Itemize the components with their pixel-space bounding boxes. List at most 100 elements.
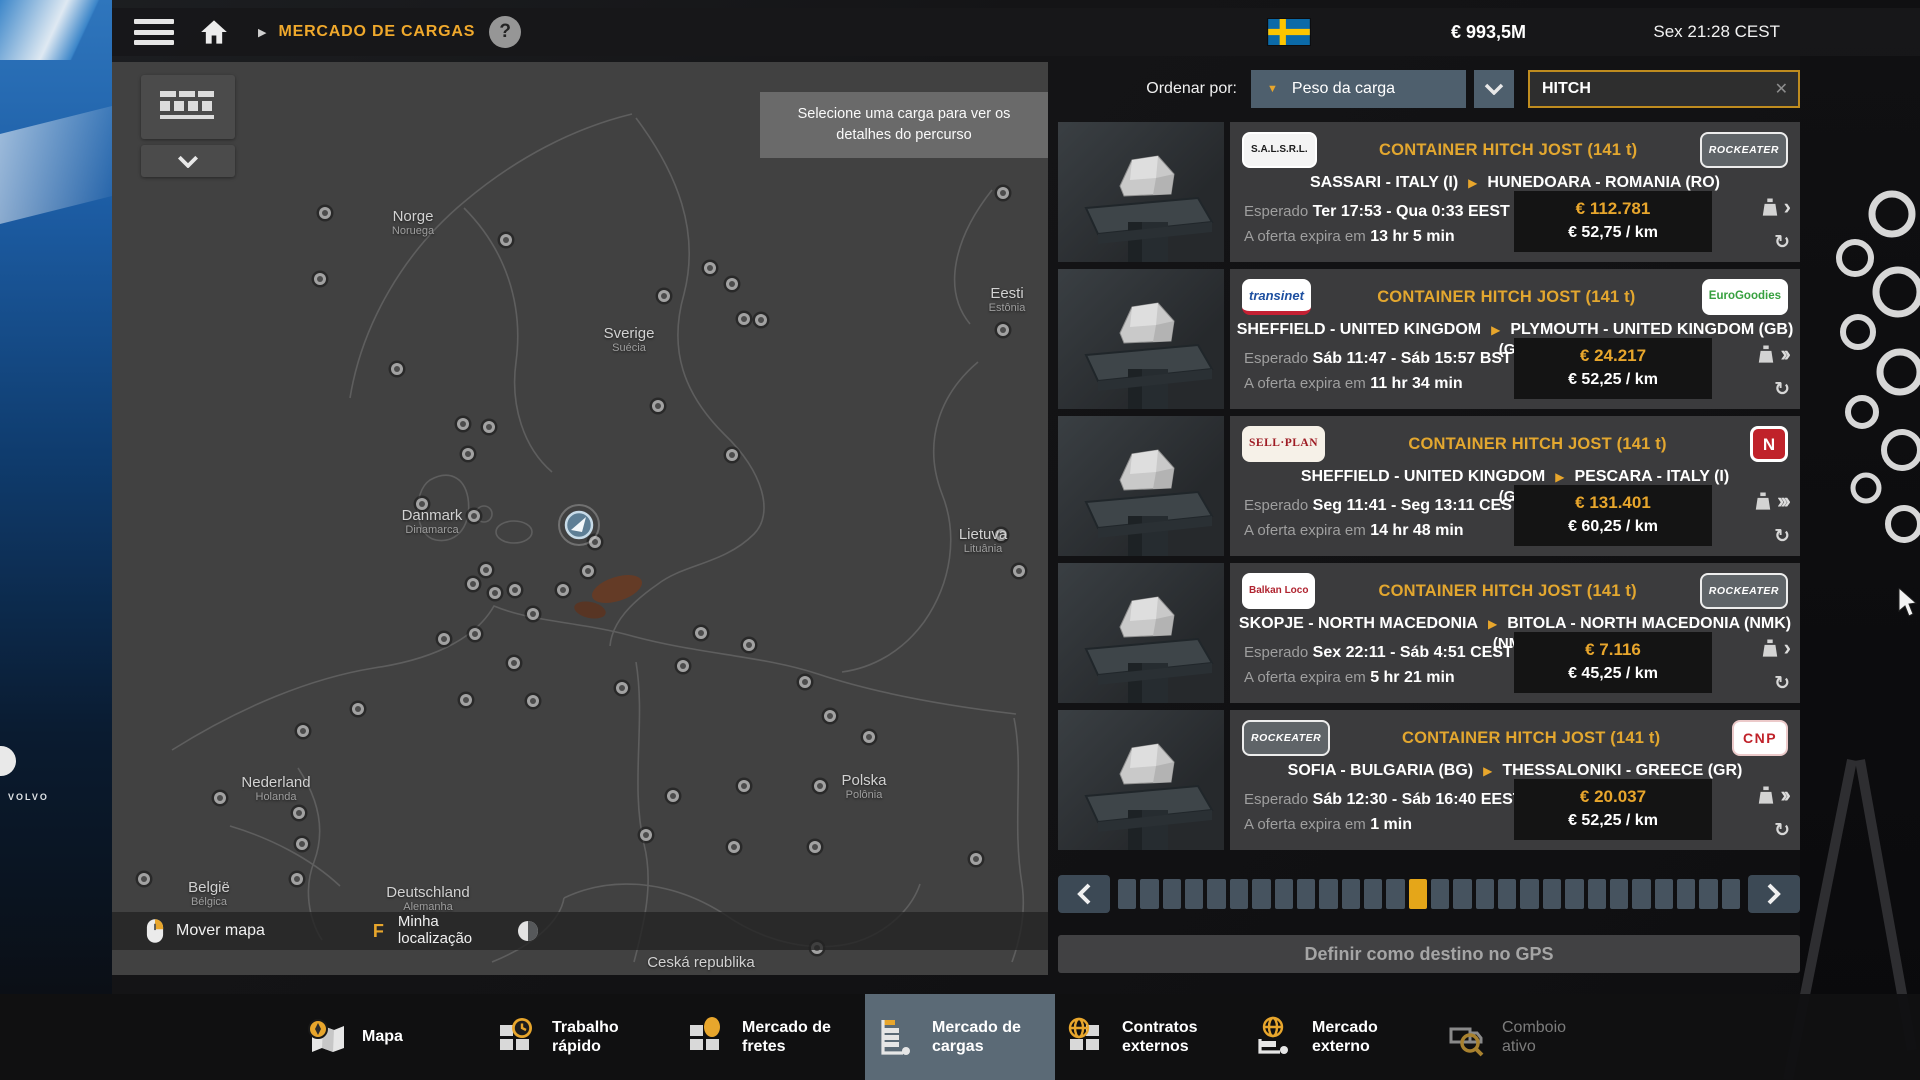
city-dot[interactable] (741, 316, 747, 322)
city-dot[interactable] (866, 734, 872, 740)
nav-item-cargo-market[interactable]: Mercado decargas (865, 994, 1055, 1080)
city-dot[interactable] (1000, 190, 1006, 196)
pagination-tick[interactable] (1386, 879, 1404, 909)
city-dot[interactable] (758, 317, 764, 323)
city-dot[interactable] (560, 587, 566, 593)
city-dot[interactable] (483, 567, 489, 573)
city-dot[interactable] (322, 210, 328, 216)
city-dot[interactable] (817, 783, 823, 789)
help-button[interactable]: ? (489, 16, 521, 48)
city-dot[interactable] (465, 451, 471, 457)
pagination-tick[interactable] (1543, 879, 1561, 909)
city-dot[interactable] (511, 660, 517, 666)
map-options-collapse-button[interactable] (141, 145, 235, 177)
city-dot[interactable] (746, 642, 752, 648)
city-dot[interactable] (680, 663, 686, 669)
set-gps-destination-button[interactable]: Definir como destino no GPS (1058, 935, 1800, 973)
city-dot[interactable] (294, 876, 300, 882)
city-dot[interactable] (998, 532, 1004, 538)
map-display-options-button[interactable] (141, 75, 235, 139)
city-dot[interactable] (802, 679, 808, 685)
cargo-offer-row[interactable]: ROCKEATER CONTAINER HITCH JOST (141 t) C… (1058, 710, 1800, 850)
pagination-tick[interactable] (1588, 879, 1606, 909)
pagination-tick[interactable] (1520, 879, 1538, 909)
city-dot[interactable] (512, 587, 518, 593)
nav-item-quick-job[interactable]: Trabalhorápido (485, 994, 675, 1080)
cargo-offer-row[interactable]: transinet CONTAINER HITCH JOST (141 t) E… (1058, 269, 1800, 409)
pagination-tick[interactable] (1722, 879, 1740, 909)
city-dot[interactable] (317, 276, 323, 282)
city-dot[interactable] (741, 783, 747, 789)
city-dot[interactable] (296, 810, 302, 816)
city-dot[interactable] (394, 366, 400, 372)
sort-dropdown[interactable]: ▼ Peso da carga (1251, 70, 1466, 108)
city-dot[interactable] (729, 281, 735, 287)
previous-page-button[interactable] (1058, 875, 1110, 913)
city-dot[interactable] (460, 421, 466, 427)
nav-item-external-contracts[interactable]: Contratosexternos (1055, 994, 1245, 1080)
city-dot[interactable] (619, 685, 625, 691)
pagination-tick[interactable] (1342, 879, 1360, 909)
pagination-tick[interactable] (1207, 879, 1225, 909)
pagination-tick[interactable] (1297, 879, 1315, 909)
city-dot[interactable] (471, 513, 477, 519)
pagination-tick[interactable] (1565, 879, 1583, 909)
pagination-tick[interactable] (1677, 879, 1695, 909)
city-dot[interactable] (812, 844, 818, 850)
pagination-tick[interactable] (1230, 879, 1248, 909)
search-input[interactable] (1530, 79, 1754, 99)
city-dot[interactable] (655, 403, 661, 409)
pagination-tick[interactable] (1364, 879, 1382, 909)
city-dot[interactable] (486, 424, 492, 430)
pagination-tick[interactable] (1610, 879, 1628, 909)
city-dot[interactable] (1016, 568, 1022, 574)
sort-direction-button[interactable] (1474, 70, 1514, 108)
pagination-tick[interactable] (1319, 879, 1337, 909)
cargo-offer-row[interactable]: S.A.L.S.R.L. CONTAINER HITCH JOST (141 t… (1058, 122, 1800, 262)
pagination-tick[interactable] (1252, 879, 1270, 909)
city-dot[interactable] (1000, 327, 1006, 333)
nav-item-freight-market[interactable]: Mercado defretes (675, 994, 865, 1080)
city-dot[interactable] (661, 293, 667, 299)
city-dot[interactable] (441, 636, 447, 642)
city-dot[interactable] (300, 728, 306, 734)
cargo-offer-row[interactable]: SELL·PLAN CONTAINER HITCH JOST (141 t) N… (1058, 416, 1800, 556)
city-dot[interactable] (585, 568, 591, 574)
pagination-tick[interactable] (1431, 879, 1449, 909)
city-dot[interactable] (731, 844, 737, 850)
menu-icon[interactable] (134, 19, 174, 45)
city-dot[interactable] (470, 581, 476, 587)
city-dot[interactable] (463, 697, 469, 703)
pagination-tick[interactable] (1453, 879, 1471, 909)
city-dot[interactable] (827, 713, 833, 719)
city-dot[interactable] (698, 630, 704, 636)
pagination-tick[interactable] (1476, 879, 1494, 909)
pagination-tick[interactable] (1655, 879, 1673, 909)
city-dot[interactable] (503, 237, 509, 243)
home-icon[interactable] (200, 19, 228, 45)
europe-map[interactable]: Selecione uma carga para ver os detalhes… (112, 62, 1048, 975)
city-dot[interactable] (217, 795, 223, 801)
map-canvas[interactable] (112, 62, 1048, 975)
city-dot[interactable] (707, 265, 713, 271)
cargo-offer-row[interactable]: Balkan Loco CONTAINER HITCH JOST (141 t)… (1058, 563, 1800, 703)
city-dot[interactable] (973, 856, 979, 862)
pagination-tick[interactable] (1498, 879, 1516, 909)
city-dot[interactable] (530, 611, 536, 617)
city-dot[interactable] (355, 706, 361, 712)
pagination-tick[interactable] (1185, 879, 1203, 909)
pagination-tick[interactable] (1118, 879, 1136, 909)
city-dot[interactable] (141, 876, 147, 882)
city-dot[interactable] (299, 841, 305, 847)
nav-item-map[interactable]: Mapa (295, 994, 485, 1080)
next-page-button[interactable] (1748, 875, 1800, 913)
nav-item-external-market[interactable]: Mercadoexterno (1245, 994, 1435, 1080)
pagination-tick[interactable] (1699, 879, 1717, 909)
city-dot[interactable] (643, 832, 649, 838)
city-dot[interactable] (530, 698, 536, 704)
pagination-tick[interactable] (1275, 879, 1293, 909)
city-dot[interactable] (492, 590, 498, 596)
pagination-tick[interactable] (1140, 879, 1158, 909)
city-dot[interactable] (729, 452, 735, 458)
pagination-tick[interactable] (1163, 879, 1181, 909)
